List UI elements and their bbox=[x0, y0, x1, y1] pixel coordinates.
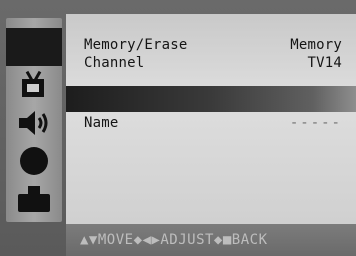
rail-item-tv[interactable] bbox=[6, 66, 62, 104]
tv-osd-screen: Memory/Erase Memory Channel TV14 Name --… bbox=[0, 0, 356, 256]
menu-category-rail bbox=[6, 18, 62, 222]
channel-label: Channel bbox=[84, 55, 145, 71]
selection-highlight-bar[interactable] bbox=[66, 86, 356, 112]
navigation-hint-text: ▲▼MOVE◆◀▶ADJUST◆■BACK bbox=[80, 232, 268, 248]
memory-erase-row[interactable]: Memory/Erase Memory bbox=[84, 36, 342, 54]
plug-icon bbox=[18, 186, 50, 212]
rail-item-active[interactable] bbox=[6, 28, 62, 66]
channel-value: TV14 bbox=[307, 55, 342, 71]
navigation-hint-bar: ▲▼MOVE◆◀▶ADJUST◆■BACK bbox=[66, 224, 356, 256]
circle-icon bbox=[20, 147, 48, 175]
rail-item-circle[interactable] bbox=[6, 142, 62, 180]
tv-icon bbox=[19, 70, 49, 99]
name-row[interactable]: Name ----- bbox=[84, 114, 342, 132]
memory-erase-value: Memory bbox=[290, 37, 342, 53]
name-label: Name bbox=[84, 115, 119, 131]
settings-panel: Memory/Erase Memory Channel TV14 Name --… bbox=[66, 14, 356, 224]
memory-erase-label: Memory/Erase bbox=[84, 37, 188, 53]
speaker-icon bbox=[19, 111, 48, 135]
rail-item-setup[interactable] bbox=[6, 180, 62, 218]
channel-row[interactable]: Channel TV14 bbox=[84, 54, 342, 72]
name-value: ----- bbox=[289, 115, 342, 131]
rail-item-sound[interactable] bbox=[6, 104, 62, 142]
